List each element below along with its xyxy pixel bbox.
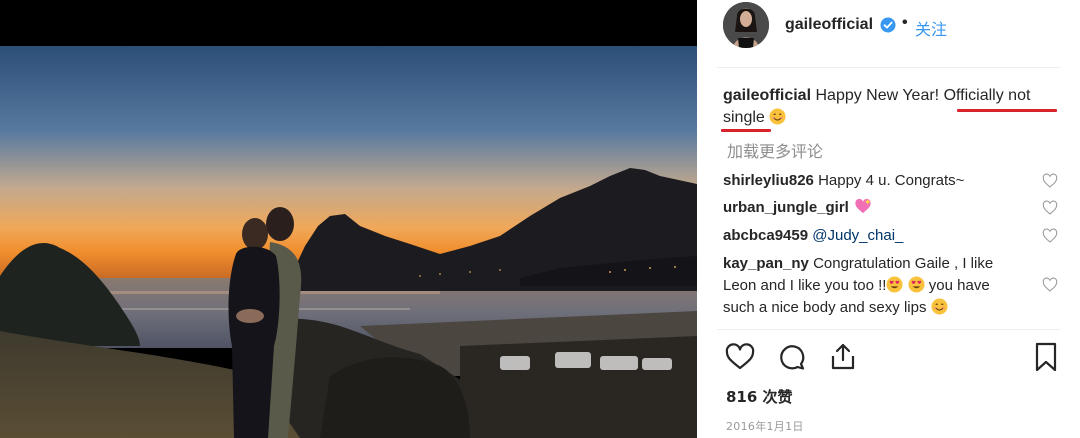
actions-divider [717, 329, 1060, 330]
like-comment-heart-icon[interactable] [1042, 277, 1058, 293]
highlight-underline-2 [721, 129, 771, 132]
comment-text: Happy 4 u. Congrats~ [818, 172, 965, 189]
sparkling-heart-icon [855, 198, 871, 214]
comment-username[interactable]: abcbca9459 [723, 227, 808, 244]
caption-username[interactable]: gaileofficial [723, 87, 811, 104]
comment-mention[interactable]: @Judy_chai_ [812, 227, 903, 244]
comment-username[interactable]: kay_pan_ny [723, 255, 809, 272]
comment-text-line2: Leon and I like you too !! [723, 277, 887, 294]
sunset-photo-illustration [0, 46, 697, 438]
verified-badge-icon [880, 17, 896, 33]
separator-dot: • [902, 14, 908, 31]
comment-text-line1: Congratulation Gaile , I like [813, 255, 994, 272]
caption-highlight-1: Officially not [943, 87, 1031, 104]
like-comment-heart-icon[interactable] [1042, 200, 1058, 216]
post-photo[interactable] [0, 46, 697, 438]
comment-username[interactable]: urban_jungle_girl [723, 199, 849, 216]
avatar[interactable] [723, 2, 769, 48]
avatar-image [723, 2, 769, 48]
post-date: 2016年1月1日 [726, 420, 804, 433]
load-more-comments[interactable]: 加载更多评论 [727, 138, 823, 162]
comment-username[interactable]: shirleyliu826 [723, 172, 814, 189]
like-comment-heart-icon[interactable] [1042, 173, 1058, 189]
comment-text-line2b: you have [928, 277, 990, 294]
post-username[interactable]: gaileofficial [785, 16, 873, 34]
caption-highlight-2: single [723, 109, 765, 126]
smiling-face-icon [769, 108, 786, 125]
post-caption: gaileofficial Happy New Year! Officially… [723, 85, 1063, 129]
photo-panel [0, 0, 697, 438]
comment-text-line3: such a nice body and sexy lips [723, 299, 927, 316]
heart-icon[interactable] [725, 342, 755, 372]
post-header: gaileofficial • 关注 [697, 0, 1080, 52]
comment-icon[interactable] [777, 342, 807, 372]
follow-button[interactable]: 关注 [915, 16, 947, 40]
heart-eyes-icon [908, 276, 925, 293]
comment-item: abcbca9459 @Judy_chai_ [723, 225, 1043, 247]
comment-item: urban_jungle_girl [723, 197, 1043, 219]
highlight-underline-1 [957, 109, 1057, 112]
caption-text: Happy New Year! [815, 87, 944, 104]
post-side-panel: gaileofficial • 关注 gaileofficial Happy N… [697, 0, 1080, 438]
likes-count[interactable]: 816 次赞 [726, 386, 793, 407]
smiling-face-icon [931, 298, 948, 315]
like-comment-heart-icon[interactable] [1042, 228, 1058, 244]
heart-eyes-icon [886, 276, 903, 293]
action-bar [697, 340, 1080, 374]
comment-item: kay_pan_ny Congratulation Gaile , I like… [723, 253, 1053, 319]
header-divider [717, 67, 1060, 68]
comment-item: shirleyliu826 Happy 4 u. Congrats~ [723, 170, 1043, 192]
bookmark-icon[interactable] [1031, 342, 1061, 372]
share-icon[interactable] [828, 342, 858, 372]
